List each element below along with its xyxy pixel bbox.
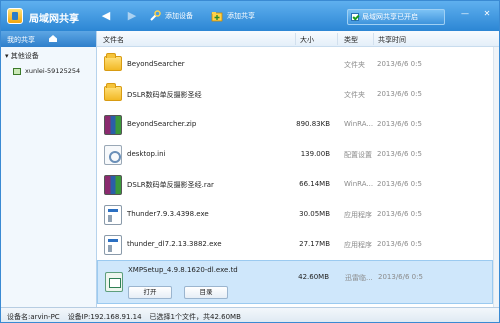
- file-name: thunder_dl7.2.13.3882.exe: [127, 240, 222, 248]
- sidebar: 我的共享 ▾ 其他设备 xunlei-59125254: [1, 31, 97, 307]
- file-name: DSLR数码单反摄影圣经: [127, 91, 202, 99]
- file-row[interactable]: DSLR数码单反摄影圣经 文件夹 2013/6/6 0:5: [97, 80, 493, 110]
- folder-icon: [104, 83, 122, 101]
- file-time: 2013/6/6 0:5: [378, 273, 423, 281]
- file-time: 2013/6/6 0:5: [377, 240, 422, 248]
- add-device-label: 添加设备: [165, 12, 193, 20]
- file-name: XMPSetup_4.9.8.1620-dl.exe.td: [128, 266, 238, 274]
- exe-icon: [104, 235, 122, 255]
- file-size: 890.83KB: [296, 120, 330, 128]
- sidebar-group-other-devices[interactable]: ▾ 其他设备: [1, 47, 96, 65]
- close-icon[interactable]: ✕: [481, 8, 493, 20]
- file-row[interactable]: BeyondSearcher 文件夹 2013/6/6 0:5: [97, 50, 493, 80]
- app-logo-icon: [7, 8, 23, 24]
- lan-share-toggle[interactable]: 局域网共享已开启: [347, 9, 445, 25]
- vertical-scrollbar[interactable]: [493, 47, 499, 307]
- thunder-download-file-icon: [105, 272, 123, 292]
- home-icon: [49, 35, 57, 42]
- file-size: 27.17MB: [299, 240, 330, 248]
- file-row[interactable]: Thunder7.9.3.4398.exe 30.05MB 应用程序 2013/…: [97, 200, 493, 230]
- rar-icon: [104, 175, 122, 195]
- lan-share-toggle-label: 局域网共享已开启: [362, 13, 418, 21]
- file-type: 迅雷临...: [345, 274, 373, 282]
- file-name: Thunder7.9.3.4398.exe: [127, 210, 209, 218]
- file-row[interactable]: DSLR数码单反摄影圣经.rar 66.14MB WinRA... 2013/6…: [97, 170, 493, 200]
- column-header-time[interactable]: 共享时间: [378, 35, 406, 45]
- sidebar-header-label: 我的共享: [7, 36, 35, 44]
- app-window: 局域网共享 ◀ ▶ 添加设备 添加共享 局域网共享已开启 — ✕ 我的共享 ▾ …: [0, 0, 500, 323]
- file-name: BeyondSearcher: [127, 60, 185, 68]
- back-arrow-icon[interactable]: ◀: [99, 9, 113, 23]
- file-time: 2013/6/6 0:5: [377, 90, 422, 98]
- file-time: 2013/6/6 0:5: [377, 210, 422, 218]
- file-type: WinRA...: [344, 180, 374, 188]
- add-device-button[interactable]: 添加设备: [149, 9, 193, 23]
- column-divider[interactable]: [337, 33, 338, 45]
- exe-icon: [104, 205, 122, 225]
- file-type: 配置设置: [344, 151, 372, 159]
- device-name: xunlei-59125254: [25, 67, 81, 75]
- title-bar: 局域网共享 ◀ ▶ 添加设备 添加共享 局域网共享已开启 — ✕: [1, 1, 499, 31]
- open-button[interactable]: 打开: [128, 286, 172, 299]
- file-name: BeyondSearcher.zip: [127, 120, 197, 128]
- status-device-ip: 设备IP:192.168.91.14: [67, 313, 142, 321]
- folder-icon: [104, 53, 122, 71]
- app-title: 局域网共享: [29, 14, 79, 25]
- rar-icon: [104, 115, 122, 135]
- file-time: 2013/6/6 0:5: [377, 120, 422, 128]
- chevron-down-icon: ▾: [5, 52, 9, 60]
- file-type: WinRA...: [344, 120, 374, 128]
- open-folder-button[interactable]: 目录: [184, 286, 228, 299]
- checkbox-checked-icon[interactable]: [351, 13, 359, 21]
- add-share-button[interactable]: 添加共享: [211, 9, 255, 23]
- file-size: 30.05MB: [299, 210, 330, 218]
- file-row-selected[interactable]: XMPSetup_4.9.8.1620-dl.exe.td 42.60MB 迅雷…: [97, 260, 493, 304]
- file-size: 66.14MB: [299, 180, 330, 188]
- sidebar-group-label: 其他设备: [10, 52, 39, 60]
- file-row[interactable]: thunder_dl7.2.13.3882.exe 27.17MB 应用程序 2…: [97, 230, 493, 260]
- column-divider[interactable]: [373, 33, 374, 45]
- file-time: 2013/6/6 0:5: [377, 150, 422, 158]
- file-size: 42.60MB: [298, 273, 329, 281]
- file-table-header: 文件名 大小 类型 共享时间: [97, 31, 499, 47]
- file-row[interactable]: BeyondSearcher.zip 890.83KB WinRA... 201…: [97, 110, 493, 140]
- file-type: 文件夹: [344, 91, 365, 99]
- column-header-name[interactable]: 文件名: [103, 35, 124, 45]
- column-divider[interactable]: [295, 33, 296, 45]
- column-header-size[interactable]: 大小: [300, 35, 314, 45]
- forward-arrow-icon[interactable]: ▶: [125, 9, 139, 23]
- sidebar-item-my-share[interactable]: 我的共享: [1, 31, 96, 47]
- file-time: 2013/6/6 0:5: [377, 60, 422, 68]
- sidebar-item-device[interactable]: xunlei-59125254: [1, 65, 96, 77]
- column-header-type[interactable]: 类型: [344, 35, 358, 45]
- file-row[interactable]: desktop.ini 139.00B 配置设置 2013/6/6 0:5: [97, 140, 493, 170]
- status-device-name: 设备名:arvin-PC: [7, 313, 60, 321]
- wrench-icon: [150, 10, 161, 21]
- status-bar: 设备名:arvin-PC 设备IP:192.168.91.14 已选择1个文件，…: [1, 307, 499, 322]
- file-type: 文件夹: [344, 61, 365, 69]
- add-share-label: 添加共享: [227, 12, 255, 20]
- status-selection: 已选择1个文件，共42.60MB: [149, 313, 241, 321]
- file-size: 139.00B: [300, 150, 330, 158]
- file-name: DSLR数码单反摄影圣经.rar: [127, 181, 214, 189]
- file-type: 应用程序: [344, 241, 372, 249]
- computer-icon: [13, 67, 21, 75]
- file-time: 2013/6/6 0:5: [377, 180, 422, 188]
- minimize-icon[interactable]: —: [459, 8, 471, 20]
- settings-file-icon: [104, 145, 122, 165]
- add-folder-icon: [211, 12, 223, 22]
- file-name: desktop.ini: [127, 150, 166, 158]
- file-type: 应用程序: [344, 211, 372, 219]
